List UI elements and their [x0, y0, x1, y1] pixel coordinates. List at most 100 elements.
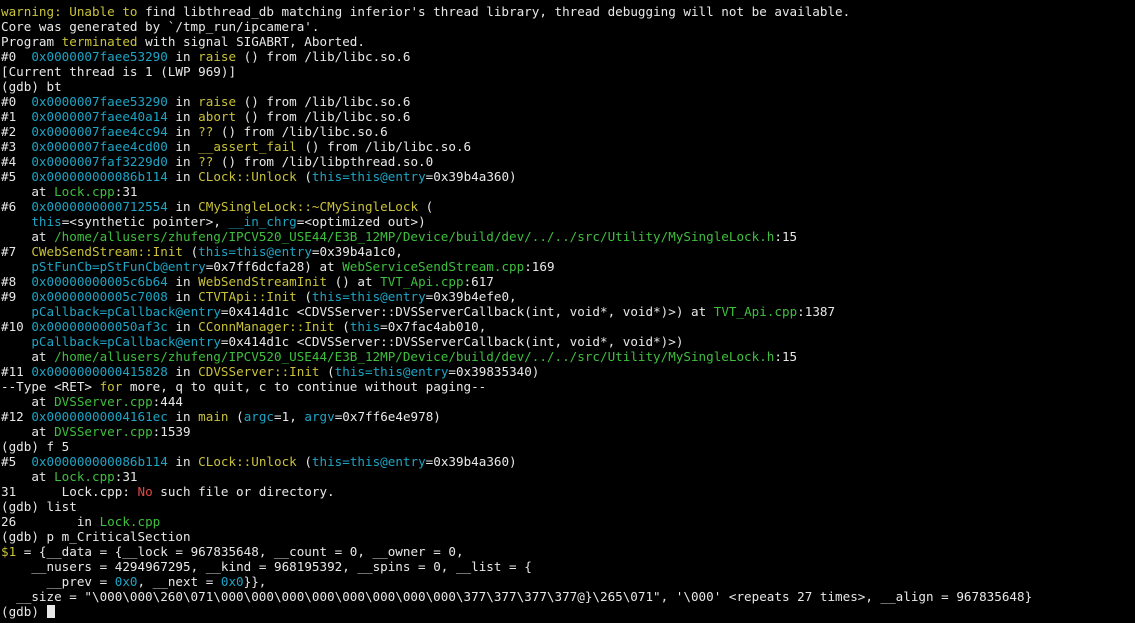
- terminal-line: --Type <RET> for more, q to quit, c to c…: [1, 379, 1135, 394]
- terminal-text: 0x00000000005c7008: [31, 289, 168, 304]
- terminal-text: #9: [1, 289, 32, 304]
- terminal-text: #8: [1, 274, 32, 289]
- terminal-text: --Type <RET>: [1, 379, 100, 394]
- terminal-text: , __spins = 0, __list = {: [342, 559, 532, 574]
- terminal-text: __prev =: [1, 574, 115, 589]
- terminal-text: TVT_Api.cpp: [380, 274, 464, 289]
- terminal-text: #1: [1, 109, 32, 124]
- terminal-line: (gdb) bt: [1, 79, 1135, 94]
- terminal-text: , __count = 0, __owner = 0,: [258, 544, 464, 559]
- terminal-text: =0x7fac4ab010,: [380, 319, 487, 334]
- terminal-text: 0x000000000086b114: [31, 454, 168, 469]
- terminal-text: [Current thread is 1 (LWP 969)]: [1, 64, 237, 79]
- gdb-terminal[interactable]: warning: Unable to find libthread_db mat…: [0, 0, 1135, 623]
- terminal-text: (: [296, 169, 312, 184]
- terminal-line: 26 in Lock.cpp: [1, 514, 1135, 529]
- terminal-line: #5 0x000000000086b114 in CLock::Unlock (…: [1, 454, 1135, 469]
- terminal-text: #12: [1, 409, 32, 424]
- terminal-text: DVSServer.cpp: [54, 424, 153, 439]
- terminal-line: pStFunCb=pStFunCb@entry=0x7ff6dcfa28) at…: [1, 259, 1135, 274]
- terminal-text: (: [296, 289, 312, 304]
- terminal-text: :15: [774, 229, 798, 244]
- terminal-text: 0x0000007faee53290: [31, 94, 168, 109]
- terminal-text: pStFunCb=pStFunCb@entry: [31, 259, 206, 274]
- terminal-text: __in_chrg: [228, 214, 297, 229]
- terminal-text: CWebSendStream::Init: [31, 244, 183, 259]
- terminal-text: () from /lib/libc.so.6: [236, 94, 411, 109]
- terminal-text: 0x0000007faf3229d0: [31, 154, 168, 169]
- terminal-text: ??: [198, 124, 214, 139]
- terminal-text: 0x0000007faee40a14: [31, 109, 168, 124]
- terminal-text: (: [334, 319, 350, 334]
- terminal-line: #1 0x0000007faee40a14 in abort () from /…: [1, 109, 1135, 124]
- terminal-text: 0x00000000004161ec: [31, 409, 168, 424]
- terminal-line: #9 0x00000000005c7008 in CTVTApi::Init (…: [1, 289, 1135, 304]
- terminal-text: this=this@entry: [334, 364, 449, 379]
- terminal-line: #8 0x00000000005c6b64 in WebSendStreamIn…: [1, 274, 1135, 289]
- terminal-text: at: [1, 394, 55, 409]
- terminal-line: __prev = 0x0, __next = 0x0}},: [1, 574, 1135, 589]
- terminal-text: Core was generated by `/tmp_run/ipcamera…: [1, 19, 320, 34]
- terminal-line: (gdb): [1, 604, 1135, 619]
- terminal-line: (gdb) list: [1, 499, 1135, 514]
- terminal-text: in: [167, 109, 199, 124]
- terminal-text: in: [167, 154, 199, 169]
- terminal-text: =<synthetic pointer>,: [61, 214, 229, 229]
- terminal-line: at DVSServer.cpp:444: [1, 394, 1135, 409]
- terminal-line: [Current thread is 1 (LWP 969)]: [1, 64, 1135, 79]
- terminal-text: __size = "\000\000\260\071\000\000\000\0…: [1, 589, 1033, 604]
- terminal-line: at Lock.cpp:31: [1, 469, 1135, 484]
- terminal-text: this=this@entry: [311, 289, 426, 304]
- terminal-text: more, q to quit, c to continue without p…: [122, 379, 487, 394]
- terminal-text: =0x39b4a360): [425, 454, 517, 469]
- terminal-text: (gdb): [1, 604, 47, 619]
- terminal-text: in: [167, 169, 199, 184]
- terminal-line: #0 0x0000007faee53290 in raise () from /…: [1, 49, 1135, 64]
- terminal-text: #10: [1, 319, 32, 334]
- terminal-text: such file or directory.: [152, 484, 335, 499]
- terminal-text: abort: [198, 109, 237, 124]
- terminal-text: pCallback=pCallback@entry: [31, 334, 221, 349]
- terminal-text: :31: [114, 184, 138, 199]
- terminal-text: at: [1, 229, 55, 244]
- terminal-text: :444: [152, 394, 183, 409]
- terminal-text: =0x39b4a1c0,: [311, 244, 403, 259]
- terminal-text: (gdb) p m_CriticalSection: [1, 529, 191, 544]
- terminal-text: warning: Unable to: [1, 4, 138, 19]
- terminal-text: :1387: [797, 304, 836, 319]
- terminal-text: }},: [243, 574, 267, 589]
- terminal-text: (gdb) bt: [1, 79, 62, 94]
- terminal-line: #7 CWebSendStream::Init (this=this@entry…: [1, 244, 1135, 259]
- terminal-line: (gdb) p m_CriticalSection: [1, 529, 1135, 544]
- terminal-cursor[interactable]: [46, 605, 55, 618]
- terminal-text: () from /lib/libc.so.6: [213, 124, 388, 139]
- terminal-text: in: [167, 274, 199, 289]
- terminal-text: CConnManager::Init: [198, 319, 335, 334]
- terminal-text: (gdb) list: [1, 499, 77, 514]
- terminal-line: #0 0x0000007faee53290 in raise () from /…: [1, 94, 1135, 109]
- terminal-text: this: [31, 214, 62, 229]
- terminal-text: #4: [1, 154, 32, 169]
- terminal-line: Core was generated by `/tmp_run/ipcamera…: [1, 19, 1135, 34]
- terminal-text: $1: [1, 544, 17, 559]
- terminal-line: pCallback=pCallback@entry=0x414d1c <CDVS…: [1, 334, 1135, 349]
- terminal-text: Lock.cpp: [54, 184, 115, 199]
- terminal-text: TVT_Api.cpp: [713, 304, 798, 319]
- terminal-text: in: [167, 124, 199, 139]
- terminal-text: =0x414d1c <CDVSServer::DVSServerCallback…: [220, 334, 684, 349]
- terminal-text: 0x0000007faee4cd00: [31, 139, 168, 154]
- terminal-line: __size = "\000\000\260\071\000\000\000\0…: [1, 589, 1135, 604]
- terminal-text: pCallback=pCallback@entry: [31, 304, 221, 319]
- terminal-text: 0x0000000000712554: [31, 199, 168, 214]
- terminal-line: 31 Lock.cpp: No such file or directory.: [1, 484, 1135, 499]
- terminal-text: WebServiceSendStream.cpp: [342, 259, 525, 274]
- terminal-text: =0x39b4efe0,: [425, 289, 517, 304]
- terminal-text: in: [167, 139, 199, 154]
- terminal-text: #2: [1, 124, 32, 139]
- terminal-text: #0: [1, 94, 32, 109]
- terminal-text: #0: [1, 49, 32, 64]
